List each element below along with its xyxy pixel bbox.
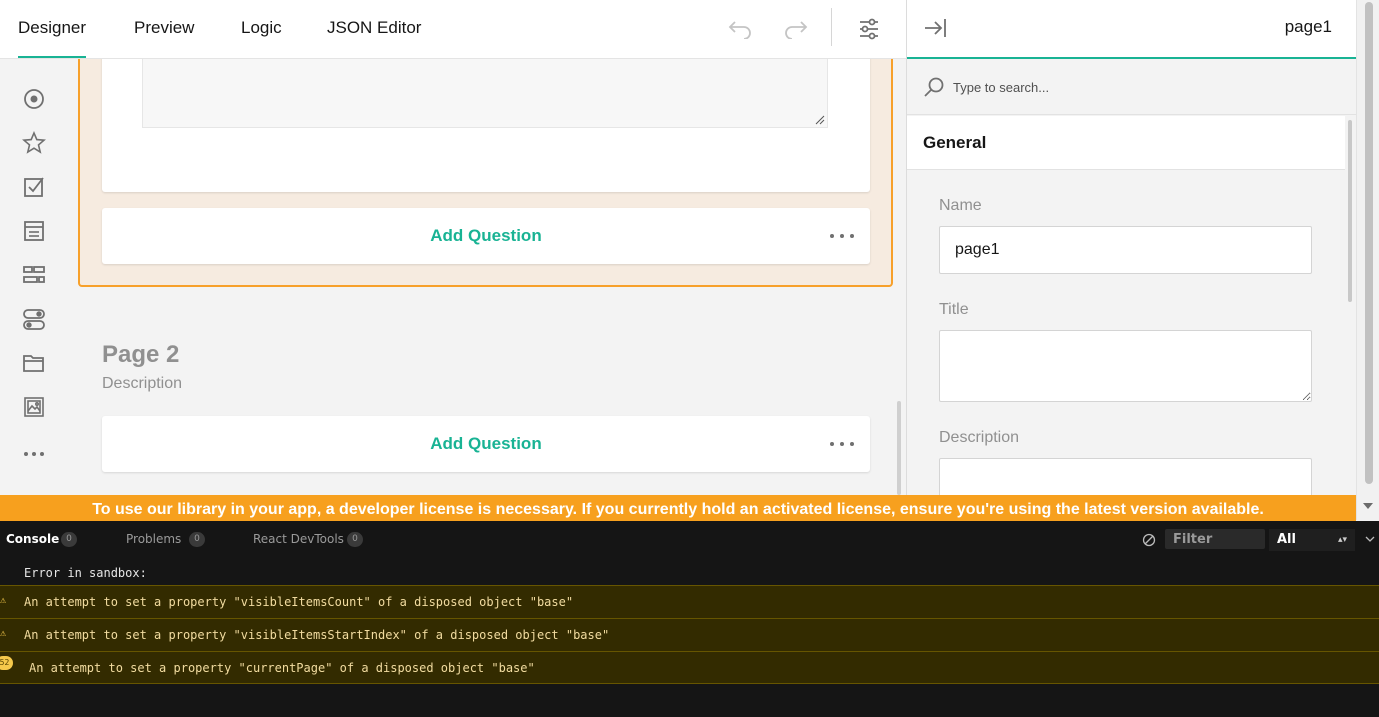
chevron-down-icon[interactable] — [1364, 533, 1376, 545]
warning-icon: ⚠ — [0, 595, 7, 606]
toolbar-separator — [831, 8, 832, 46]
question-toolbox — [0, 59, 68, 495]
selected-object-name[interactable]: page1 — [1285, 17, 1332, 37]
rating-icon[interactable] — [20, 129, 48, 157]
tab-json-editor[interactable]: JSON Editor — [327, 0, 421, 58]
console-row-warning: ⚠ An attempt to set a property "visibleI… — [0, 618, 1379, 651]
license-banner: To use our library in your app, a develo… — [0, 495, 1356, 521]
section-general[interactable]: General — [907, 116, 1345, 170]
page2-description[interactable]: Description — [102, 375, 182, 393]
tab-preview[interactable]: Preview — [134, 0, 194, 58]
page2-title[interactable]: Page 2 — [102, 341, 179, 369]
devtools-console: Console 0 Problems 0 React DevTools 0 Al… — [0, 521, 1379, 717]
settings-sliders-icon[interactable] — [852, 12, 886, 46]
select-caret-icon: ▴▾ — [1337, 535, 1347, 545]
question-options-icon[interactable] — [830, 226, 854, 246]
comment-textarea[interactable] — [142, 59, 828, 128]
panel-scrollbar[interactable] — [1348, 120, 1352, 302]
name-label: Name — [939, 197, 982, 214]
log-level-select[interactable]: All ▴▾ — [1269, 529, 1355, 551]
collapse-panel-icon[interactable] — [921, 14, 949, 42]
window-scrollbar[interactable] — [1356, 0, 1379, 520]
title-label: Title — [939, 301, 969, 318]
page1-container[interactable]: Add Question — [78, 59, 893, 287]
warning-icon: ⚠ — [0, 628, 7, 639]
tab-logic[interactable]: Logic — [241, 0, 282, 58]
description-label: Description — [939, 429, 1020, 446]
more-icon[interactable] — [20, 440, 48, 468]
panel-icon[interactable] — [20, 217, 48, 245]
name-field[interactable] — [939, 226, 1312, 274]
property-search-input[interactable] — [953, 75, 1333, 99]
tab-react-devtools[interactable]: React DevTools — [253, 532, 344, 546]
designer-toolbar: Designer Preview Logic JSON Editor — [0, 0, 906, 59]
general-properties: Name Title Description — [907, 171, 1345, 498]
folder-icon[interactable] — [20, 349, 48, 377]
image-icon[interactable] — [20, 393, 48, 421]
tab-designer[interactable]: Designer — [18, 0, 87, 58]
boolean-icon[interactable] — [20, 305, 48, 333]
devtools-count-badge: 0 — [347, 532, 363, 547]
add-question-button-page1[interactable]: Add Question — [102, 208, 870, 264]
add-question-button-page2[interactable]: Add Question — [102, 416, 870, 472]
property-grid-header: page1 — [907, 0, 1357, 59]
resize-handle-icon — [815, 115, 825, 125]
description-field[interactable] — [939, 458, 1312, 498]
question-options-icon[interactable] — [830, 434, 854, 454]
design-surface: Add Question Page 2 Description Add Ques… — [68, 59, 906, 495]
multiple-text-icon[interactable] — [20, 261, 48, 289]
problems-count-badge: 0 — [189, 532, 205, 547]
property-grid: page1 General Name Title Description — [906, 0, 1357, 498]
property-search — [907, 59, 1357, 115]
console-row-warning: ⚠ An attempt to set a property "visibleI… — [0, 585, 1379, 618]
scroll-down-icon[interactable] — [1363, 503, 1373, 509]
clear-console-icon[interactable] — [1142, 533, 1156, 547]
radiogroup-icon[interactable] — [20, 85, 48, 113]
checkbox-icon[interactable] — [20, 173, 48, 201]
console-row-warning: 52 An attempt to set a property "current… — [0, 651, 1379, 684]
console-count-badge: 0 — [61, 532, 77, 547]
title-field[interactable] — [939, 330, 1312, 402]
tab-console[interactable]: Console — [6, 532, 59, 546]
redo-icon[interactable] — [779, 12, 813, 46]
question-card[interactable] — [102, 59, 870, 192]
console-tabs: Console 0 Problems 0 React DevTools 0 Al… — [0, 521, 1379, 557]
console-filter-input[interactable] — [1165, 529, 1265, 549]
surface-scrollbar[interactable] — [897, 401, 901, 495]
repeat-count-badge: 52 — [0, 656, 13, 670]
window-scrollbar-thumb[interactable] — [1365, 2, 1373, 484]
search-icon — [924, 77, 944, 97]
tab-problems[interactable]: Problems — [126, 532, 181, 546]
undo-icon[interactable] — [723, 12, 757, 46]
